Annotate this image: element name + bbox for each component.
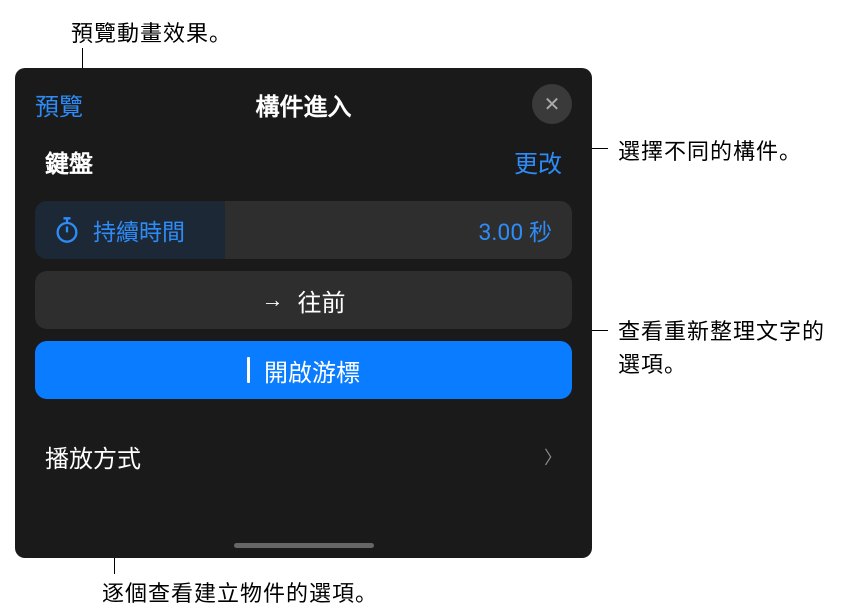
cursor-toggle-button[interactable]: 開啟游標 [35, 341, 572, 399]
build-name-label: 鍵盤 [45, 144, 93, 179]
panel-header: 預覽 構件進入 ✕ [15, 68, 592, 134]
direction-label: 往前 [298, 283, 346, 318]
direction-row[interactable]: → 往前 [35, 271, 572, 329]
duration-row[interactable]: 持續時間 3.00 秒 [35, 201, 572, 259]
playback-row[interactable]: 播放方式 〉 [45, 439, 562, 474]
duration-value: 3.00 秒 [478, 213, 552, 247]
chevron-right-icon: 〉 [544, 444, 562, 470]
cursor-icon [247, 357, 250, 383]
playback-label: 播放方式 [45, 439, 141, 474]
close-button[interactable]: ✕ [532, 84, 572, 124]
home-indicator[interactable] [234, 543, 374, 548]
close-icon: ✕ [544, 92, 561, 116]
change-button[interactable]: 更改 [514, 144, 562, 179]
cursor-label: 開啟游標 [264, 353, 360, 388]
preview-button[interactable]: 預覽 [35, 87, 83, 122]
build-in-panel: 預覽 構件進入 ✕ 鍵盤 更改 持續時間 3.00 秒 → 往前 開啟游標 播放… [15, 68, 592, 558]
duration-label: 持續時間 [93, 213, 185, 247]
annotation-change: 選擇不同的構件。 [618, 134, 802, 166]
annotation-playback: 逐個查看建立物件的選項。 [102, 576, 378, 608]
sub-header: 鍵盤 更改 [15, 134, 592, 193]
annotation-preview: 預覽動畫效果。 [71, 16, 232, 48]
stopwatch-icon [53, 216, 81, 244]
arrow-forward-icon: → [262, 287, 284, 313]
annotation-direction: 查看重新整理文字的選項。 [618, 316, 838, 382]
panel-title: 構件進入 [256, 87, 352, 122]
